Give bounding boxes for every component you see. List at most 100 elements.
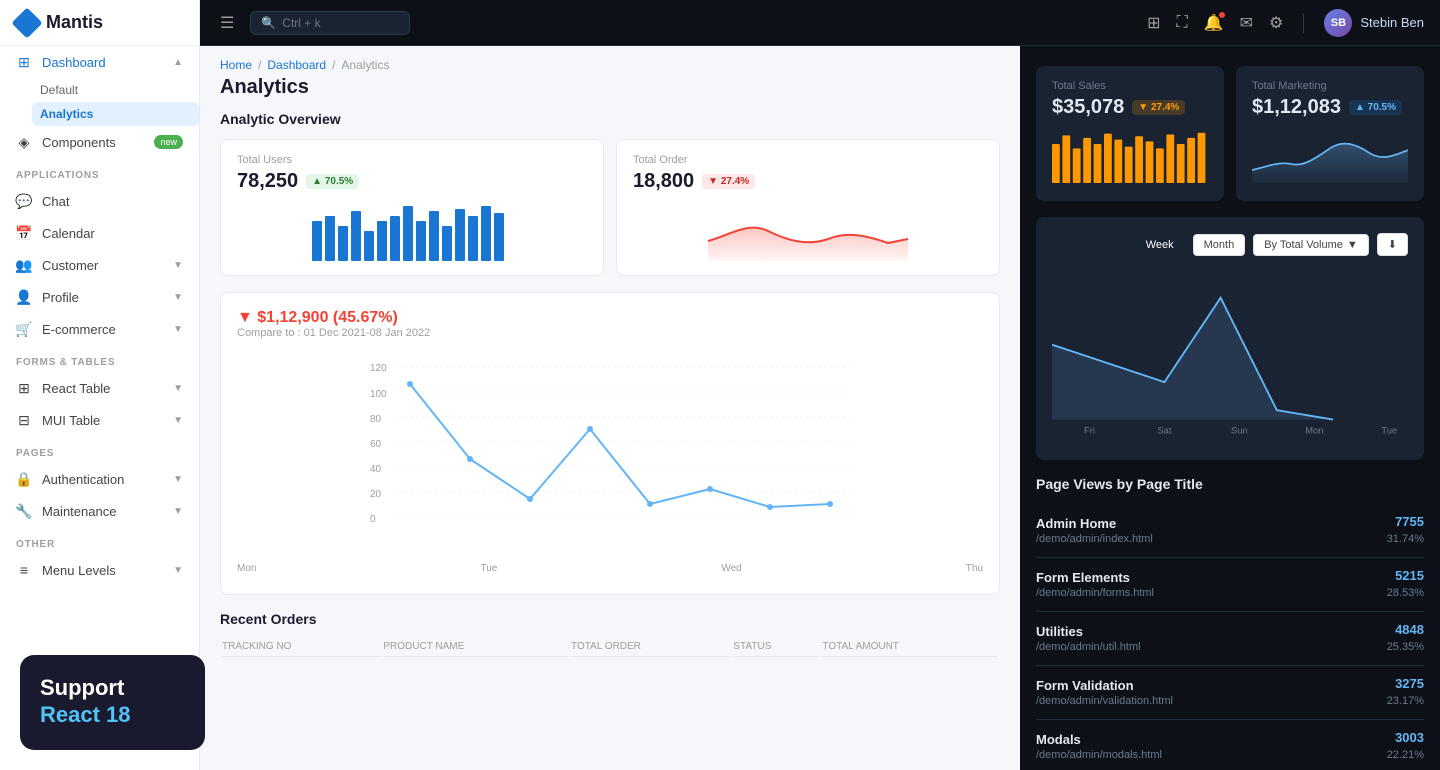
notification-icon[interactable]: 🔔 (1204, 13, 1224, 33)
dark-stat-card-marketing: Total Marketing $1,12,083 ▲ 70.5% (1236, 66, 1424, 201)
svg-text:Sun: Sun (1231, 426, 1248, 436)
total-sales-badge: ▼ 27.4% (1132, 100, 1185, 115)
user-name: Stebin Ben (1360, 15, 1424, 30)
sidebar-profile-label: Profile (42, 290, 79, 305)
profile-icon: 👤 (16, 289, 32, 305)
total-marketing-label: Total Marketing (1252, 80, 1408, 92)
breadcrumb-current: Analytics (341, 58, 389, 72)
components-icon: ◈ (16, 134, 32, 150)
sidebar-item-components[interactable]: ◈ Components new (0, 126, 199, 158)
svg-text:Sat: Sat (1157, 426, 1171, 436)
page-view-name-1: Admin Home (1036, 516, 1387, 531)
page-view-item-4: Form Validation /demo/admin/validation.h… (1036, 666, 1424, 720)
support-title: Support (40, 675, 185, 701)
sidebar-default-label: Default (40, 83, 78, 97)
breadcrumb-dashboard[interactable]: Dashboard (267, 58, 326, 72)
income-card: ▼ $1,12,900 (45.67%) Compare to : 01 Dec… (220, 292, 1000, 595)
sidebar-customer-label: Customer (42, 258, 98, 273)
sidebar-maintenance-label: Maintenance (42, 504, 116, 519)
chevron-down-icon-2: ▼ (173, 292, 183, 303)
total-order-value: 18,800 ▼ 27.4% (633, 170, 983, 193)
page-view-path-5: /demo/admin/modals.html (1036, 749, 1387, 761)
page-view-count-2: 5215 (1387, 568, 1424, 583)
main-area: ☰ 🔍 ⊞ ⛶ 🔔 ✉ ⚙ SB Stebin Ben Home / (200, 0, 1440, 770)
logo-icon (11, 7, 42, 38)
support-popup: Support React 18 (20, 655, 205, 750)
svg-text:20: 20 (370, 489, 382, 500)
sidebar-item-calendar[interactable]: 📅 Calendar (0, 217, 199, 249)
col-product: PRODUCT NAME (383, 637, 569, 657)
total-marketing-badge: ▲ 70.5% (1349, 100, 1402, 115)
svg-text:Tue: Tue (1381, 426, 1397, 436)
topbar-right: ⊞ ⛶ 🔔 ✉ ⚙ SB Stebin Ben (1147, 9, 1424, 37)
sidebar-item-authentication[interactable]: 🔒 Authentication ▼ (0, 463, 199, 495)
sidebar-calendar-label: Calendar (42, 226, 95, 241)
svg-text:40: 40 (370, 464, 382, 475)
dark-stat-card-sales: Total Sales $35,078 ▼ 27.4% (1036, 66, 1224, 201)
sidebar-item-chat[interactable]: 💬 Chat (0, 185, 199, 217)
col-tracking: TRACKING NO (222, 637, 381, 657)
search-input[interactable] (282, 16, 382, 30)
page-title: Analytics (200, 76, 1020, 111)
fullscreen-icon[interactable]: ⛶ (1177, 14, 1188, 32)
breadcrumb: Home / Dashboard / Analytics (200, 46, 1020, 76)
settings-icon[interactable]: ⚙ (1269, 13, 1283, 33)
page-view-name-3: Utilities (1036, 624, 1387, 639)
stats-row: Total Users 78,250 ▲ 70.5% (200, 139, 1020, 276)
dark-income-chart: Fri Sat Sun Mon Tue (1052, 264, 1408, 444)
total-marketing-value: $1,12,083 ▲ 70.5% (1252, 96, 1408, 119)
sidebar-item-mui-table[interactable]: ⊟ MUI Table ▼ (0, 404, 199, 436)
sidebar-item-default[interactable]: Default (32, 78, 199, 102)
income-line-chart: 120 100 80 60 40 20 0 (237, 359, 983, 559)
sidebar-item-menu-levels[interactable]: ≡ Menu Levels ▼ (0, 554, 199, 586)
income-value: ▼ $1,12,900 (45.67%) (237, 309, 430, 327)
forms-tables-section-label: Forms & Tables (0, 345, 199, 372)
income-section: ▼ $1,12,900 (45.67%) Compare to : 01 Dec… (200, 292, 1020, 595)
sidebar-item-customer[interactable]: 👥 Customer ▼ (0, 249, 199, 281)
search-bar[interactable]: 🔍 (250, 11, 410, 35)
breadcrumb-home[interactable]: Home (220, 58, 252, 72)
topbar: ☰ 🔍 ⊞ ⛶ 🔔 ✉ ⚙ SB Stebin Ben (200, 0, 1440, 46)
orders-table: TRACKING NO PRODUCT NAME TOTAL ORDER STA… (220, 635, 1000, 659)
download-button[interactable]: ⬇ (1377, 233, 1408, 256)
grid-icon[interactable]: ⊞ (1147, 13, 1160, 33)
svg-text:80: 80 (370, 414, 382, 425)
month-button[interactable]: Month (1193, 234, 1246, 256)
menu-toggle-button[interactable]: ☰ (216, 9, 238, 37)
sidebar-item-dashboard[interactable]: ⊞ Dashboard ▲ (0, 46, 199, 78)
week-button[interactable]: Week (1135, 234, 1185, 256)
sidebar-item-ecommerce[interactable]: 🛒 E-commerce ▼ (0, 313, 199, 345)
dark-panel: Total Sales $35,078 ▼ 27.4% (1020, 46, 1440, 770)
by-total-volume-button[interactable]: By Total Volume ▼ (1253, 234, 1369, 256)
page-view-item-2: Form Elements /demo/admin/forms.html 521… (1036, 558, 1424, 612)
analytic-overview-title: Analytic Overview (200, 111, 1020, 139)
sidebar-dashboard-label: Dashboard (42, 55, 106, 70)
income-x-axis: Mon Tue Wed Thu (237, 559, 983, 578)
user-menu[interactable]: SB Stebin Ben (1324, 9, 1424, 37)
search-icon: 🔍 (261, 16, 276, 30)
income-header: ▼ $1,12,900 (45.67%) Compare to : 01 Dec… (237, 309, 983, 351)
page-view-path-4: /demo/admin/validation.html (1036, 695, 1387, 707)
sidebar-logo: Mantis (0, 0, 199, 46)
page-view-path-3: /demo/admin/util.html (1036, 641, 1387, 653)
total-users-badge: ▲ 70.5% (306, 174, 359, 189)
stat-card-total-order: Total Order 18,800 ▼ 27.4% (616, 139, 1000, 276)
svg-text:0: 0 (370, 514, 376, 525)
dark-income-card: Week Month By Total Volume ▼ ⬇ Fri Sat S… (1036, 217, 1424, 460)
total-marketing-chart (1252, 127, 1408, 187)
col-total-order: TOTAL ORDER (571, 637, 731, 657)
chevron-down-icon-7: ▼ (173, 506, 183, 517)
user-avatar: SB (1324, 9, 1352, 37)
svg-text:100: 100 (370, 389, 387, 400)
customer-icon: 👥 (16, 257, 32, 273)
sidebar-item-analytics[interactable]: Analytics (32, 102, 199, 126)
page-view-pct-1: 31.74% (1387, 533, 1424, 545)
mail-icon[interactable]: ✉ (1240, 13, 1253, 33)
total-order-label: Total Order (633, 154, 983, 166)
sidebar-item-profile[interactable]: 👤 Profile ▼ (0, 281, 199, 313)
sidebar-item-maintenance[interactable]: 🔧 Maintenance ▼ (0, 495, 199, 527)
sidebar-chat-label: Chat (42, 194, 69, 209)
chevron-down-icon: ▼ (173, 260, 183, 271)
maintenance-icon: 🔧 (16, 503, 32, 519)
sidebar-item-react-table[interactable]: ⊞ React Table ▼ (0, 372, 199, 404)
